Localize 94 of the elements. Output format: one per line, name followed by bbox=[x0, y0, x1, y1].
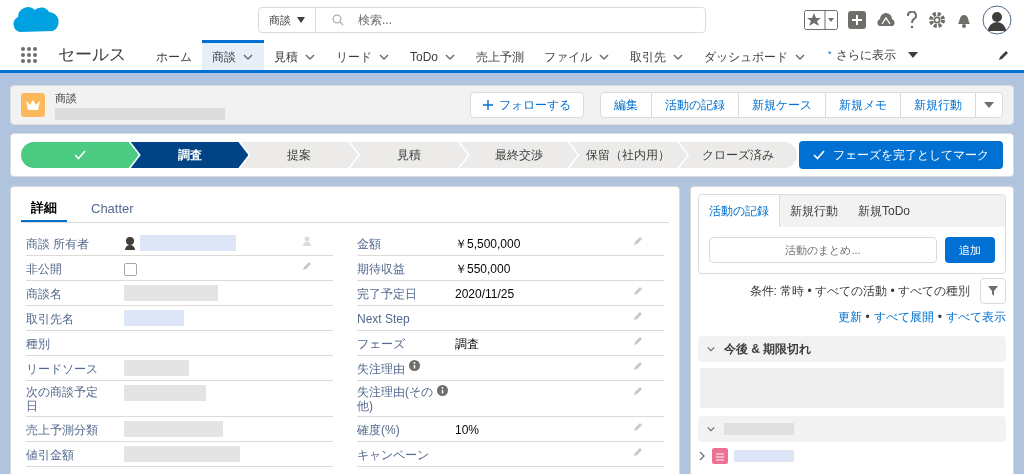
crown-icon bbox=[21, 93, 45, 117]
nav-tab[interactable]: リード bbox=[326, 40, 400, 70]
help-icon[interactable] bbox=[906, 11, 918, 29]
activity-tab[interactable]: 新規ToDo bbox=[848, 195, 920, 227]
field-label: リードソース bbox=[26, 361, 98, 378]
follow-button[interactable]: フォローする bbox=[470, 92, 584, 118]
activity-tab[interactable]: 新規行動 bbox=[780, 195, 848, 227]
field-value: 10% bbox=[455, 422, 480, 439]
caret-icon bbox=[984, 102, 994, 108]
timeline-section-header[interactable]: 今後 & 期限切れ bbox=[698, 336, 1006, 362]
field-label: 売上予測分類 bbox=[26, 422, 98, 439]
redacted-block bbox=[734, 450, 794, 462]
separator: • bbox=[865, 309, 870, 326]
path-step[interactable]: 見積 bbox=[350, 142, 468, 168]
info-icon[interactable] bbox=[409, 360, 420, 371]
nav-tab[interactable]: 見積 bbox=[264, 40, 326, 70]
info-icon[interactable] bbox=[437, 385, 448, 396]
path-step[interactable]: 最終交渉 bbox=[459, 142, 578, 168]
nav-tab[interactable]: 売上予測 bbox=[466, 40, 534, 70]
chevron-icon[interactable] bbox=[706, 344, 716, 354]
settings-icon[interactable] bbox=[928, 11, 946, 29]
path-step[interactable]: 調査 bbox=[130, 142, 249, 168]
chevron-icon[interactable] bbox=[698, 451, 706, 461]
caret-icon[interactable] bbox=[297, 17, 305, 23]
nav-tab[interactable]: ファイル bbox=[534, 40, 620, 70]
field-label: 商談 所有者 bbox=[26, 236, 90, 253]
field-label: 商談名 bbox=[26, 286, 62, 303]
checkbox[interactable] bbox=[124, 263, 137, 276]
field-label: 金額 bbox=[357, 236, 381, 253]
field-label: 期待収益 bbox=[357, 261, 405, 278]
mark-complete-button[interactable]: フェーズを完了としてマーク bbox=[799, 141, 1003, 169]
path-step[interactable]: クローズ済み bbox=[679, 142, 798, 168]
more-tab[interactable]: * さらに表示 bbox=[816, 40, 930, 70]
chevron-icon[interactable] bbox=[706, 424, 716, 434]
nav-tab[interactable]: 商談 bbox=[202, 40, 264, 70]
action-button[interactable]: 活動の記録 bbox=[651, 93, 738, 117]
filter-button[interactable] bbox=[980, 278, 1006, 304]
app-launcher-icon[interactable] bbox=[20, 46, 38, 64]
field-label: 値引金額 bbox=[26, 447, 74, 464]
activity-tab[interactable]: 活動の記録 bbox=[699, 195, 780, 227]
path-step[interactable]: 提案 bbox=[240, 142, 359, 168]
caret-icon[interactable] bbox=[907, 52, 918, 58]
action-button[interactable]: 新規メモ bbox=[825, 93, 900, 117]
action-button[interactable]: 新規ケース bbox=[738, 93, 825, 117]
timeline-link[interactable]: すべて展開 bbox=[873, 308, 934, 326]
search-input[interactable]: 検索... bbox=[358, 11, 658, 29]
field-value: ￥550,000 bbox=[455, 261, 511, 278]
timeline-link[interactable]: すべて表示 bbox=[946, 308, 1006, 326]
field-label: 次の商談予定日 bbox=[26, 385, 99, 413]
path-step[interactable]: 保留（社内用） bbox=[569, 142, 688, 168]
calendar-icon bbox=[712, 448, 728, 464]
app-name: セールス bbox=[58, 44, 126, 67]
scope-label: 商談 bbox=[269, 12, 291, 28]
nav-tab[interactable]: ホーム bbox=[146, 40, 202, 70]
field-label: 非公開 bbox=[26, 261, 62, 278]
field-label: 失注理由(その他) bbox=[357, 385, 433, 413]
action-button[interactable]: 編集 bbox=[601, 93, 651, 117]
check-icon bbox=[73, 150, 86, 160]
details-tab[interactable]: Chatter bbox=[81, 195, 144, 222]
field-value: 2020/11/25 bbox=[455, 286, 515, 303]
redacted-block bbox=[124, 310, 184, 326]
nav-tab[interactable]: ダッシュボード bbox=[694, 40, 816, 70]
pencil-icon[interactable] bbox=[998, 49, 1010, 61]
field-label: 種別 bbox=[26, 336, 50, 353]
action-button[interactable]: 新規行動 bbox=[900, 93, 975, 117]
filter-text: 条件: 常時 • すべての活動 • すべての種別 bbox=[749, 283, 970, 300]
avatar-icon[interactable] bbox=[124, 236, 136, 250]
plus-icon bbox=[483, 100, 493, 110]
search-icon bbox=[332, 14, 344, 26]
redacted-block bbox=[124, 360, 189, 376]
check-icon bbox=[813, 150, 825, 160]
field-value: ￥5,500,000 bbox=[455, 236, 521, 253]
search-field[interactable]: 商談 検索... bbox=[258, 7, 706, 33]
summary-input[interactable]: 活動のまとめ... bbox=[709, 237, 937, 263]
field-label: Next Step bbox=[357, 311, 410, 328]
field-value: 調査 bbox=[455, 336, 479, 353]
field-label: 完了予定日 bbox=[357, 286, 417, 303]
cloud-icon[interactable] bbox=[876, 11, 896, 29]
object-label: 商談 bbox=[55, 90, 78, 106]
timeline-link[interactable]: 更新 bbox=[837, 308, 862, 326]
add-button[interactable]: 追加 bbox=[945, 237, 995, 263]
field-label: 失注理由 bbox=[357, 361, 405, 378]
plus-icon[interactable] bbox=[848, 11, 866, 29]
separator: • bbox=[937, 309, 942, 326]
nav-tab[interactable]: ToDo bbox=[400, 40, 466, 70]
nav-tab[interactable]: 取引先 bbox=[620, 40, 694, 70]
path-step[interactable] bbox=[21, 142, 139, 168]
avatar-icon[interactable] bbox=[982, 5, 1012, 35]
field-label: フェーズ bbox=[357, 336, 405, 353]
field-label: 取引先名 bbox=[26, 311, 74, 328]
field-label: 確度(%) bbox=[357, 422, 400, 439]
filter-icon bbox=[988, 286, 998, 296]
field-label: キャンペーン bbox=[357, 447, 429, 464]
details-tab[interactable]: 詳細 bbox=[21, 195, 67, 222]
